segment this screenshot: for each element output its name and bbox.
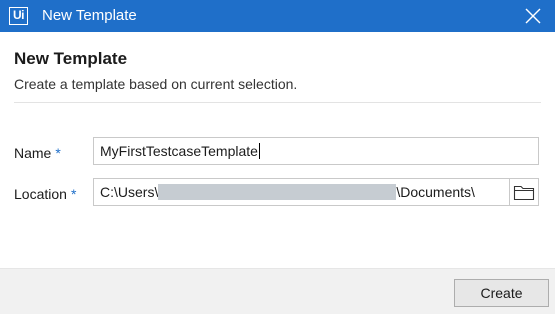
name-label: Name * bbox=[14, 145, 61, 161]
app-logo: Ui bbox=[9, 7, 28, 25]
name-input[interactable]: MyFirstTestcaseTemplate bbox=[93, 137, 539, 165]
name-input-value: MyFirstTestcaseTemplate bbox=[100, 143, 258, 159]
dialog-subheading: Create a template based on current selec… bbox=[14, 76, 298, 92]
redacted-username bbox=[158, 184, 397, 200]
create-button[interactable]: Create bbox=[454, 279, 549, 307]
new-template-dialog: Ui New Template New Template Create a te… bbox=[0, 0, 555, 314]
name-required-marker: * bbox=[55, 145, 61, 161]
name-label-text: Name bbox=[14, 145, 52, 161]
location-input[interactable]: C:\Users\ \Documents\ bbox=[93, 178, 510, 206]
location-value-prefix: C:\Users\ bbox=[100, 184, 159, 200]
dialog-footer: Create bbox=[0, 268, 555, 314]
text-caret bbox=[258, 143, 260, 159]
close-icon bbox=[525, 8, 541, 24]
window-title: New Template bbox=[42, 7, 137, 24]
location-label-text: Location bbox=[14, 186, 67, 202]
close-button[interactable] bbox=[521, 4, 545, 28]
folder-icon bbox=[513, 185, 535, 201]
title-bar: Ui New Template bbox=[0, 0, 555, 32]
location-required-marker: * bbox=[70, 186, 77, 202]
location-label: Location * bbox=[14, 186, 76, 202]
header-divider bbox=[14, 102, 541, 103]
location-value-suffix: \Documents\ bbox=[396, 184, 475, 200]
browse-location-button[interactable] bbox=[510, 178, 539, 206]
dialog-heading: New Template bbox=[14, 49, 128, 68]
